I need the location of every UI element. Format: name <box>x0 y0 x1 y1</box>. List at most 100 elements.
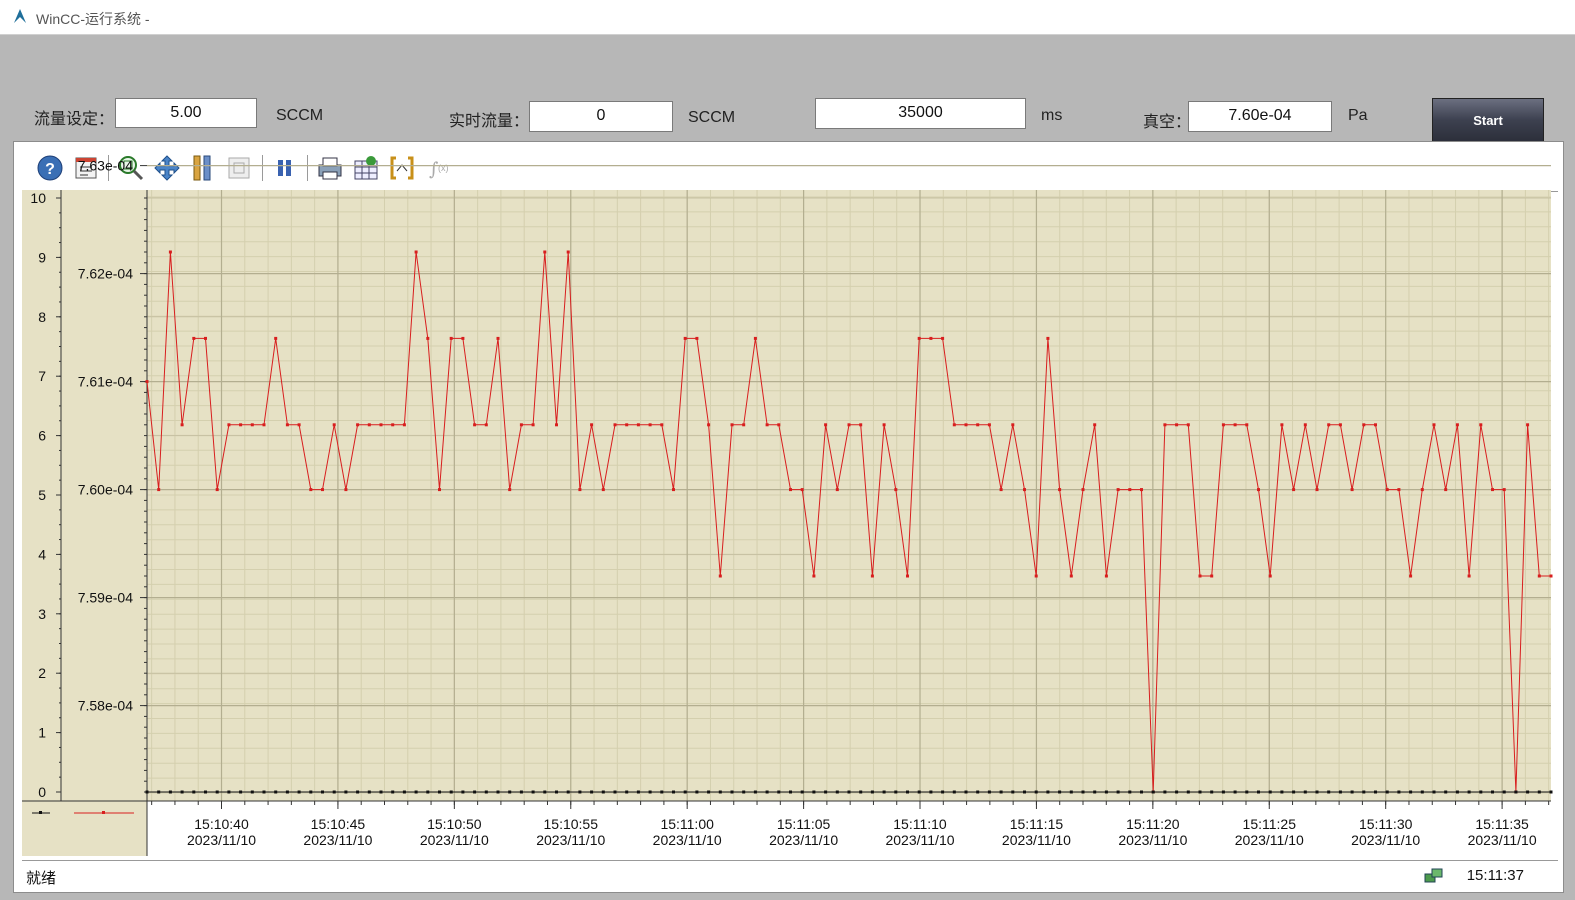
data-point <box>1186 423 1190 427</box>
data-point <box>426 336 430 340</box>
data-point <box>1467 790 1471 794</box>
data-point <box>508 790 512 794</box>
x-tick-date: 2023/11/10 <box>653 832 722 848</box>
data-point <box>1315 790 1319 794</box>
data-point <box>1058 790 1062 794</box>
data-point <box>648 423 652 427</box>
x-tick-date: 2023/11/10 <box>420 832 489 848</box>
data-point <box>1420 488 1424 492</box>
data-point <box>1455 790 1459 794</box>
data-point <box>414 790 418 794</box>
data-point <box>1046 336 1050 340</box>
data-point <box>847 790 851 794</box>
x-tick-date: 2023/11/10 <box>769 832 838 848</box>
data-point <box>1151 790 1155 794</box>
data-point <box>1210 790 1214 794</box>
y-left-tick-label: 1 <box>38 725 46 741</box>
data-point <box>566 250 570 254</box>
data-point <box>777 423 781 427</box>
data-point <box>157 488 161 492</box>
data-point <box>262 790 266 794</box>
data-point <box>239 423 243 427</box>
data-point <box>742 423 746 427</box>
y-left-tick-label: 10 <box>30 190 46 206</box>
x-tick-date: 2023/11/10 <box>303 832 372 848</box>
data-point <box>1093 790 1097 794</box>
data-point <box>566 790 570 794</box>
data-point <box>215 790 219 794</box>
data-point <box>660 423 664 427</box>
data-point <box>882 423 886 427</box>
data-point <box>496 336 500 340</box>
data-point <box>1292 790 1296 794</box>
data-point <box>1128 790 1132 794</box>
data-point <box>742 790 746 794</box>
data-point <box>1338 423 1342 427</box>
data-point <box>473 790 477 794</box>
x-tick-date: 2023/11/10 <box>1235 832 1304 848</box>
data-point <box>1186 790 1190 794</box>
x-tick-time: 15:11:35 <box>1475 816 1529 832</box>
data-point <box>250 423 254 427</box>
data-point <box>976 423 980 427</box>
data-point <box>508 488 512 492</box>
data-point <box>625 423 629 427</box>
data-point <box>718 574 722 578</box>
data-point <box>309 790 313 794</box>
y-left-tick-label: 4 <box>38 546 46 562</box>
x-tick-time: 15:10:40 <box>194 816 249 832</box>
data-point <box>964 423 968 427</box>
data-point <box>847 423 851 427</box>
x-tick-time: 15:11:25 <box>1243 816 1297 832</box>
data-point <box>519 423 523 427</box>
data-point <box>367 423 371 427</box>
data-point <box>672 488 675 492</box>
data-point <box>753 336 757 340</box>
data-point <box>1409 574 1413 578</box>
data-point <box>683 336 687 340</box>
legend-panel <box>22 801 147 856</box>
data-point <box>952 423 956 427</box>
x-tick-time: 15:10:45 <box>311 816 366 832</box>
y-left-tick-label: 8 <box>38 309 46 325</box>
data-point <box>1245 423 1249 427</box>
data-point <box>1350 790 1354 794</box>
data-point <box>1409 790 1413 794</box>
data-point <box>812 574 816 578</box>
status-time: 15:11:37 <box>1466 867 1524 884</box>
data-point <box>1163 423 1167 427</box>
data-point <box>660 790 664 794</box>
data-point <box>590 423 594 427</box>
data-point <box>1233 790 1237 794</box>
x-tick-time: 15:11:00 <box>660 816 714 832</box>
data-point <box>168 790 172 794</box>
data-point <box>356 423 360 427</box>
data-point <box>344 790 348 794</box>
data-point <box>379 790 383 794</box>
data-point <box>1163 790 1167 794</box>
data-point <box>1327 790 1331 794</box>
data-point <box>449 336 453 340</box>
x-tick-date: 2023/11/10 <box>1002 832 1071 848</box>
data-point <box>449 790 453 794</box>
data-point <box>438 488 441 492</box>
data-point <box>145 380 149 384</box>
data-point <box>1444 790 1448 794</box>
y-left-tick-label: 6 <box>38 428 46 444</box>
x-tick-time: 15:10:50 <box>427 816 482 832</box>
y-right-tick-label: 7.63e-04 <box>78 158 133 174</box>
data-point <box>180 790 184 794</box>
data-point <box>204 790 207 794</box>
data-point <box>309 488 313 492</box>
data-point <box>157 790 161 794</box>
data-point <box>227 423 231 427</box>
data-point <box>1280 790 1284 794</box>
trend-chart[interactable]: 15:10:402023/11/1015:10:452023/11/1015:1… <box>0 0 1575 900</box>
data-point <box>1198 574 1202 578</box>
data-point <box>332 423 336 427</box>
data-point <box>1058 488 1062 492</box>
data-point <box>1362 423 1366 427</box>
data-point <box>730 790 734 794</box>
data-point <box>484 423 488 427</box>
data-point <box>1303 790 1307 794</box>
